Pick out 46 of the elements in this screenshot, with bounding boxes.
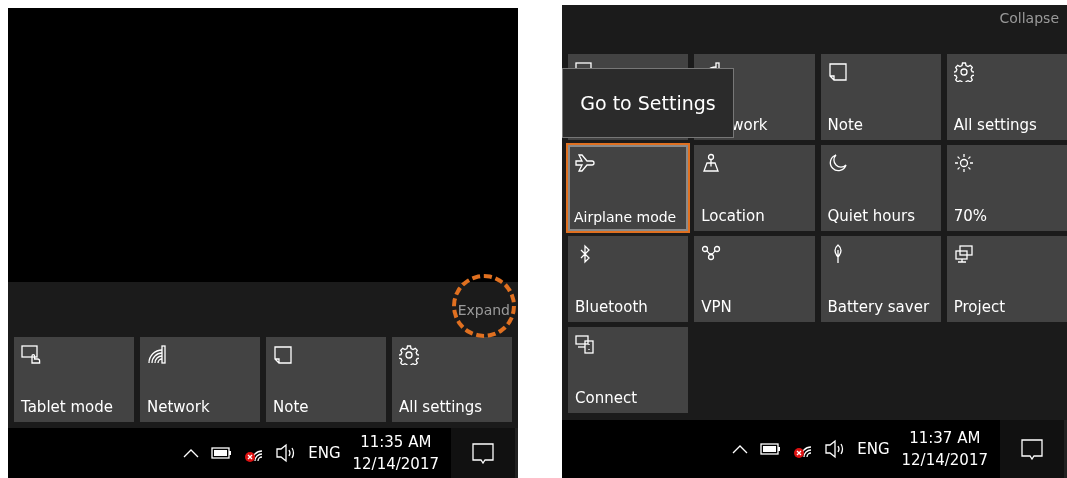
quick-action-tile[interactable]: VPN [694, 236, 815, 322]
clock-date: 12/14/2017 [352, 454, 439, 475]
quick-action-tile[interactable]: All settings [392, 337, 512, 422]
clock[interactable]: 11:35 AM 12/14/2017 [352, 431, 439, 475]
chevron-up-icon [732, 444, 749, 454]
quick-action-tile[interactable]: Location [694, 145, 815, 231]
quick-action-tile[interactable]: Quiet hours [820, 145, 941, 231]
moon-icon [827, 153, 848, 173]
language-indicator[interactable]: ENG [308, 444, 341, 462]
battery-icon [760, 443, 782, 455]
clock-date: 12/14/2017 [901, 450, 988, 471]
connect-icon [575, 335, 595, 355]
quick-action-tile[interactable]: Note [820, 54, 941, 140]
clock-time: 11:35 AM [360, 432, 432, 453]
battery-icon [211, 447, 233, 459]
speaker-icon [825, 439, 846, 459]
clock[interactable]: 11:37 AM 12/14/2017 [901, 427, 988, 471]
chevron-up-icon [183, 448, 200, 458]
quick-action-tile[interactable]: 70% [946, 145, 1067, 231]
quick-action-tile[interactable]: Airplane mode [568, 145, 689, 231]
quick-action-tile[interactable]: Project [946, 236, 1067, 322]
quick-action-tile[interactable]: Tablet mode [14, 337, 134, 422]
message-icon [472, 442, 494, 464]
quick-action-tile[interactable]: Battery saver [820, 236, 941, 322]
message-icon [1021, 438, 1043, 460]
gear-icon [953, 62, 974, 82]
airplane-icon [575, 153, 595, 173]
clock-time: 11:37 AM [909, 428, 981, 449]
quick-action-tile[interactable]: Bluetooth [568, 236, 689, 322]
note-icon [273, 345, 293, 365]
speaker-icon [276, 443, 297, 463]
action-center-button[interactable] [1000, 420, 1067, 478]
quick-action-tile[interactable]: All settings [946, 54, 1067, 140]
tooltip: Go to Settings [562, 68, 734, 138]
expand-link[interactable]: Expand [457, 301, 510, 318]
location-pin-icon [701, 153, 722, 173]
quick-action-tile[interactable]: Connect [568, 327, 689, 413]
quick-action-tile[interactable]: Network [140, 337, 260, 422]
sun-icon [953, 153, 974, 173]
quick-action-tile[interactable]: Note [266, 337, 386, 422]
language-indicator[interactable]: ENG [857, 440, 890, 458]
collapse-link[interactable]: Collapse [999, 5, 1059, 26]
project-icon [953, 244, 974, 264]
gear-icon [399, 345, 419, 365]
note-icon [827, 62, 848, 82]
action-center-button[interactable] [451, 428, 518, 478]
